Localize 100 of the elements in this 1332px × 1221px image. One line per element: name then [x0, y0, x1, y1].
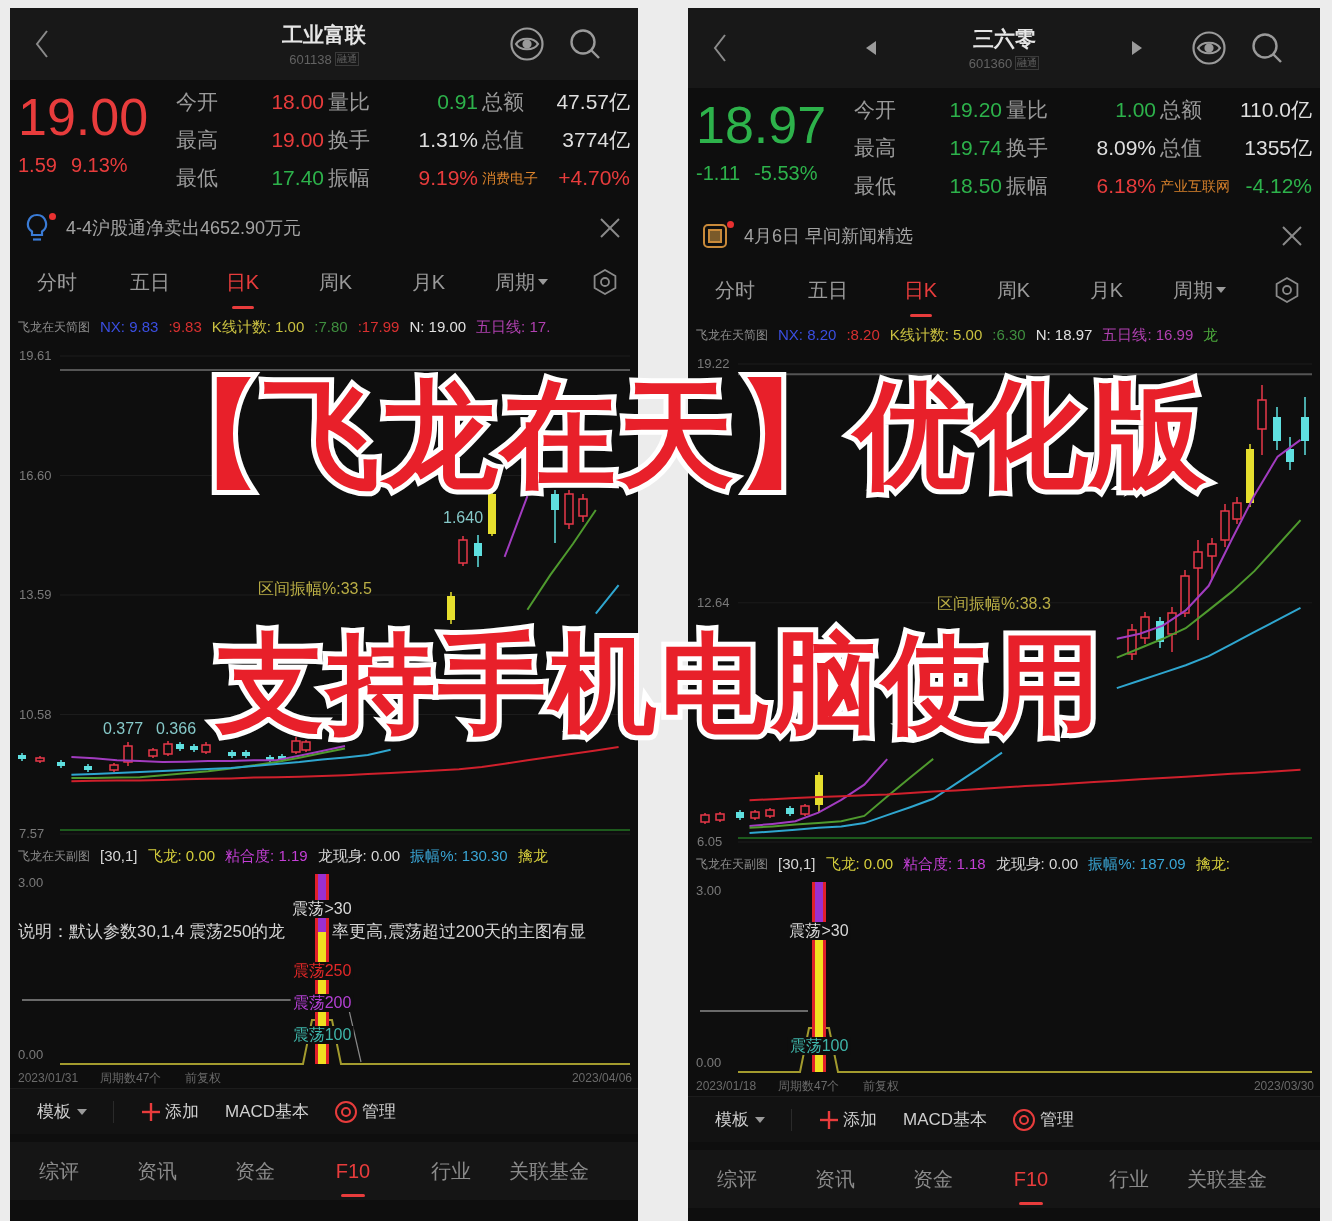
- candlestick: [1273, 406, 1281, 451]
- news-ticker-text[interactable]: 4月6日 早间新闻精选: [744, 222, 914, 250]
- candlestick: [228, 749, 236, 759]
- eye-icon[interactable]: [510, 27, 544, 61]
- stat-label: 总额: [481, 89, 525, 116]
- chart-annotation: 区间振幅%:38.3: [937, 595, 1051, 613]
- eye-icon[interactable]: [1192, 31, 1226, 65]
- sector-name[interactable]: 消费电子: [482, 167, 538, 189]
- level-label: 震荡250: [290, 962, 354, 980]
- toolbar-button[interactable]: 添加: [820, 1106, 877, 1133]
- candlestick: [1140, 611, 1150, 645]
- stat-value: 9.19%: [417, 165, 478, 192]
- bottom-tab[interactable]: 综评: [688, 1150, 786, 1208]
- bottom-tab[interactable]: 行业: [402, 1142, 500, 1200]
- toolbar-button[interactable]: MACD基本: [225, 1098, 310, 1125]
- stock-code: 601138: [289, 51, 332, 67]
- bottom-tab[interactable]: 资金: [884, 1150, 982, 1208]
- chart-tab[interactable]: 五日: [103, 254, 196, 310]
- axis-label: 16.60: [18, 468, 53, 483]
- news-ticker-text[interactable]: 4-4沪股通净卖出4652.90万元: [66, 214, 302, 242]
- chart-tab[interactable]: 周期: [1153, 262, 1246, 318]
- candlestick: [765, 807, 775, 819]
- bottom-tab[interactable]: 行业: [1080, 1150, 1178, 1208]
- chart-tab[interactable]: 日K: [196, 254, 289, 310]
- close-icon[interactable]: [600, 218, 620, 238]
- bottom-tab[interactable]: 资讯: [108, 1142, 206, 1200]
- triangle-left-icon[interactable]: [866, 41, 876, 55]
- candlestick: [1180, 569, 1190, 618]
- candlestick: [1167, 606, 1177, 653]
- stat-label: 振幅: [1005, 173, 1049, 200]
- stat-value: 3774亿: [561, 127, 630, 154]
- indicator-value: 五日线: 16.99: [1102, 324, 1194, 345]
- bottom-tab[interactable]: F10: [982, 1150, 1080, 1208]
- chart-tab[interactable]: 月K: [382, 254, 475, 310]
- code-tag: 融通: [1015, 56, 1040, 70]
- candlestick: [750, 809, 760, 821]
- candlestick: [190, 743, 198, 753]
- price-change-percent: -5.53%: [754, 161, 818, 185]
- stat-value: 8.09%: [1095, 135, 1156, 162]
- toolbar-button[interactable]: 添加: [142, 1098, 199, 1125]
- indicator-value: 粘合度: 1.19: [225, 845, 308, 866]
- period-count-label: 周期数47个: [100, 1070, 162, 1087]
- search-icon[interactable]: [570, 29, 600, 59]
- candlestick: [242, 749, 250, 759]
- toolbar-button[interactable]: MACD基本: [903, 1106, 988, 1133]
- sector-name[interactable]: 产业互联网: [1160, 175, 1230, 197]
- back-icon[interactable]: [35, 30, 49, 58]
- candlestick: [1232, 496, 1242, 525]
- indicator-value: :17.99: [357, 316, 400, 337]
- bottom-tab[interactable]: 综评: [10, 1142, 108, 1200]
- level-label: 震荡>30: [787, 922, 851, 940]
- settings-icon[interactable]: [1274, 277, 1300, 303]
- level-label: 震荡>30: [290, 900, 354, 918]
- bottom-tab[interactable]: 关联基金: [500, 1142, 598, 1200]
- indicator-value: 飞龙在天简图: [18, 319, 90, 336]
- caret-icon: [1216, 287, 1226, 293]
- candlestick: [109, 762, 119, 773]
- axis-date-label: 2023/03/30: [1253, 1078, 1314, 1095]
- stat-label: 最低: [176, 165, 219, 192]
- chart-tab[interactable]: 周K: [289, 254, 382, 310]
- candlestick: [447, 591, 455, 625]
- chart-tab[interactable]: 分时: [688, 262, 781, 318]
- template-dropdown[interactable]: 模板: [715, 1106, 765, 1133]
- chart-tab[interactable]: 周期: [475, 254, 568, 310]
- stat-label: 最低: [854, 173, 897, 200]
- axis-label: 6.05: [696, 835, 724, 849]
- chart-tab[interactable]: 周K: [967, 262, 1060, 318]
- candlestick: [786, 805, 794, 817]
- stat-label: 总值: [481, 127, 525, 154]
- indicator-value: [30,1]: [100, 845, 138, 866]
- axis-label: 0.00: [18, 1048, 44, 1062]
- settings-icon[interactable]: [592, 269, 618, 295]
- back-icon[interactable]: [713, 34, 727, 62]
- axis-label: 12.64: [696, 595, 731, 610]
- chart-tab[interactable]: 分时: [10, 254, 103, 310]
- chart-annotation: 0.377: [103, 720, 144, 738]
- toolbar-button[interactable]: 管理: [1013, 1106, 1075, 1133]
- chart-tab[interactable]: 五日: [781, 262, 874, 318]
- axis-label: 19.22: [696, 357, 731, 371]
- candlestick: [815, 771, 823, 813]
- close-icon[interactable]: [1282, 226, 1302, 246]
- chart-annotation: 区间振幅%:33.5: [258, 580, 372, 598]
- bottom-tab[interactable]: F10: [304, 1142, 402, 1200]
- candlestick: [301, 739, 311, 753]
- indicator-value: 龙现身: 0.00: [995, 853, 1079, 874]
- bottom-tab[interactable]: 关联基金: [1178, 1150, 1276, 1208]
- template-dropdown[interactable]: 模板: [37, 1098, 87, 1125]
- candlestick: [18, 752, 26, 762]
- toolbar-button[interactable]: 管理: [335, 1098, 397, 1125]
- stat-label: 换手: [1005, 135, 1049, 162]
- price-change: -1.11: [696, 161, 741, 185]
- triangle-right-icon[interactable]: [1132, 41, 1142, 55]
- bottom-tab[interactable]: 资金: [206, 1142, 304, 1200]
- bottom-tab[interactable]: 资讯: [786, 1150, 884, 1208]
- search-icon[interactable]: [1252, 33, 1282, 63]
- chart-tab[interactable]: 日K: [874, 262, 967, 318]
- indicator-value: 擒龙: [517, 845, 548, 866]
- stock-price: 19.00: [18, 89, 150, 145]
- axis-label: 3.00: [18, 876, 44, 890]
- chart-tab[interactable]: 月K: [1060, 262, 1153, 318]
